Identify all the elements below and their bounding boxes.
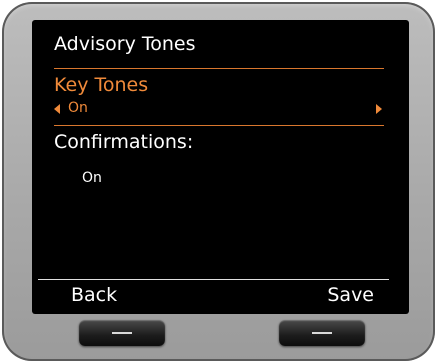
softkey-bar: Back Save xyxy=(38,280,389,308)
left-hardware-key[interactable] xyxy=(79,320,165,346)
confirmations-label[interactable]: Confirmations: xyxy=(54,131,193,153)
key-tones-label[interactable]: Key Tones xyxy=(54,74,148,96)
dash-icon xyxy=(312,332,332,334)
back-softkey-label[interactable]: Back xyxy=(71,284,117,306)
right-hardware-key[interactable] xyxy=(279,320,365,346)
display-screen: Advisory Tones Key Tones On Confirmation… xyxy=(38,27,389,310)
key-tones-value: On xyxy=(68,100,88,116)
title-divider xyxy=(54,68,384,69)
triangle-left-icon[interactable] xyxy=(54,104,60,114)
screen-title: Advisory Tones xyxy=(54,33,196,55)
save-softkey-label[interactable]: Save xyxy=(327,284,374,306)
key-tones-selector[interactable]: On xyxy=(54,100,384,118)
selection-divider xyxy=(54,125,384,126)
confirmations-value: On xyxy=(82,170,102,186)
triangle-right-icon[interactable] xyxy=(376,104,382,114)
dash-icon xyxy=(112,332,132,334)
